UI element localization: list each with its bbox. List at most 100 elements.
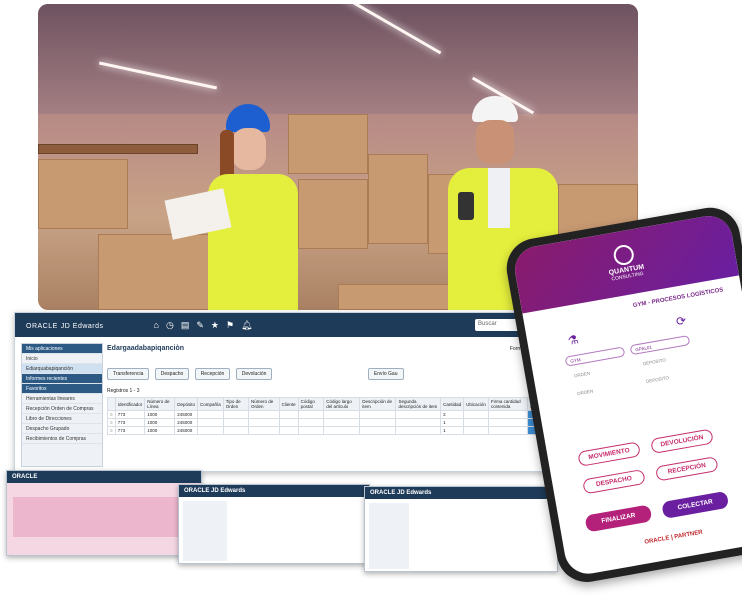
reception-mobile-button[interactable]: RECEPCIÓN (655, 456, 719, 482)
column-header[interactable]: Descripción de item (359, 397, 397, 411)
collect-button[interactable]: COLECTAR (661, 490, 730, 520)
table-row[interactable]: ○ 773 1000 245000 2 (107, 410, 549, 419)
table-cell (297, 426, 325, 435)
column-header[interactable]: Cliente (278, 397, 299, 411)
column-header[interactable]: Segunda descripción de item (395, 397, 442, 411)
send-button[interactable]: Envío Gau (367, 368, 404, 380)
table-cell (463, 418, 489, 427)
bell-icon[interactable]: 🔔︎ (241, 320, 252, 331)
movement-button[interactable]: MOVIMIENTO (577, 441, 641, 467)
table-cell: 245000 (174, 426, 198, 435)
sidebar-item-reports[interactable]: Informes recientes (22, 374, 102, 384)
table-cell (395, 426, 442, 435)
table-cell (359, 426, 397, 435)
table-cell (463, 426, 489, 435)
table-cell (197, 418, 224, 427)
table-cell: 245000 (174, 418, 198, 427)
table-cell: 1000 (144, 410, 176, 419)
table-cell (297, 418, 325, 427)
return-button[interactable]: Devolución (235, 368, 273, 380)
results-table: Identificador Número de Línea Depósito Comp… (107, 397, 549, 435)
table-cell (395, 410, 442, 419)
sidebar-item-current[interactable]: Ediarquabapiqanciòn (22, 364, 102, 374)
clock-icon[interactable]: ◷ (166, 320, 174, 331)
column-header[interactable]: Número de Línea (144, 397, 176, 411)
mini-grid (13, 497, 195, 537)
table-cell (323, 410, 361, 419)
column-header[interactable]: Compañía (197, 397, 224, 411)
column-header[interactable]: Identificador (114, 397, 146, 411)
column-header[interactable]: Ubicación (463, 397, 489, 411)
table-cell (222, 426, 249, 435)
records-count: Registros 1 - 3 (107, 388, 140, 394)
sidebar-item-apps[interactable]: Mis aplicaciones (22, 344, 102, 354)
report-icon[interactable]: ▤ (181, 320, 190, 331)
table-cell: 1000 (144, 426, 176, 435)
sidebar: Mis aplicaciones Inicio Ediarquabapiqanc… (21, 343, 103, 467)
table-cell (463, 410, 489, 419)
column-header[interactable]: Firma cantidad contenida (487, 397, 529, 411)
home-icon[interactable]: ⌂ (154, 320, 159, 331)
column-header[interactable]: Número de Orden (247, 397, 280, 411)
table-cell (487, 410, 529, 419)
table-cell (247, 418, 280, 427)
table-row[interactable]: ○ 773 1000 245000 1 (107, 418, 549, 427)
column-header[interactable]: Código postal (297, 397, 325, 411)
table-row[interactable]: ○ 773 1000 245000 1 (107, 426, 549, 435)
sidebar-item-fav4[interactable]: Despacho Grupado (22, 424, 102, 434)
dispatch-button[interactable]: Despacho (154, 368, 190, 380)
table-cell (222, 418, 249, 427)
table-cell (395, 418, 442, 427)
dispatch-mobile-button[interactable]: DESPACHO (582, 468, 646, 495)
table-cell (278, 426, 299, 435)
worker-woman (164, 104, 318, 310)
table-cell (323, 418, 361, 427)
column-header[interactable]: Depósito (174, 397, 198, 411)
sidebar-item-favorites[interactable]: Favoritos (22, 384, 102, 394)
return-mobile-button[interactable]: DEVOLUCIÓN (650, 428, 714, 455)
sidebar-item-fav2[interactable]: Recepción Orden de Compras (22, 404, 102, 414)
table-cell (278, 410, 299, 419)
row-radio[interactable]: ○ (107, 426, 116, 435)
main-panel: Edargaadabapiqanciòn Formato personal Tr… (107, 343, 549, 467)
sidebar-item-home[interactable]: Inicio (22, 354, 102, 364)
column-header[interactable]: Cantidad (440, 397, 465, 411)
sidebar-item-fav3[interactable]: Libro de Direcciones (22, 414, 102, 424)
mini-window-2: ORACLE JD Edwards (178, 484, 370, 564)
row-radio[interactable]: ○ (107, 418, 116, 427)
edit-icon[interactable]: ✎ (196, 320, 204, 331)
refresh-icon[interactable]: ⟳ (675, 313, 687, 329)
jde-top-bar: ORACLE JD Edwards ⌂ ◷ ▤ ✎ ★ ⚑ 🔔︎ Buscar (15, 313, 553, 337)
table-cell (197, 426, 224, 435)
table-cell (323, 426, 361, 435)
oracle-logo: ORACLE JD Edwards (26, 323, 104, 330)
table-cell: 773 (114, 410, 146, 419)
row-radio[interactable]: ○ (107, 410, 116, 419)
star-icon[interactable]: ★ (211, 320, 219, 331)
table-cell (247, 410, 280, 419)
mini-window-3: ORACLE JD Edwards (364, 486, 558, 572)
field-deposito[interactable]: GPAL01 (629, 334, 691, 356)
table-cell (297, 410, 325, 419)
mini-window-1: ORACLE (6, 470, 202, 556)
table-cell: 1 (440, 418, 465, 427)
field-gym[interactable]: GYM (564, 346, 626, 367)
sidebar-item-fav5[interactable]: Recibimientos de Compras (22, 434, 102, 444)
reception-button[interactable]: Recepción (194, 368, 231, 380)
column-header[interactable]: Código largo del artículo (323, 397, 361, 411)
jde-window: ORACLE JD Edwards ⌂ ◷ ▤ ✎ ★ ⚑ 🔔︎ Buscar M… (14, 312, 554, 472)
table-cell (359, 418, 397, 427)
flask-icon: ⚗ (566, 332, 580, 348)
table-cell: 2 (440, 410, 465, 419)
column-header[interactable]: Tipo de Orden (222, 397, 249, 411)
table-cell (487, 426, 529, 435)
table-cell: 773 (114, 418, 146, 427)
table-cell (222, 410, 249, 419)
finalize-button[interactable]: FINALIZAR (584, 504, 653, 533)
page-title: Edargaadabapiqanciòn (107, 345, 185, 352)
table-cell (487, 418, 529, 427)
transfer-button[interactable]: Transferencia (107, 368, 150, 380)
table-cell (247, 426, 280, 435)
sidebar-item-fav1[interactable]: Herramientas lineares (22, 394, 102, 404)
flag-icon[interactable]: ⚑ (226, 320, 234, 331)
